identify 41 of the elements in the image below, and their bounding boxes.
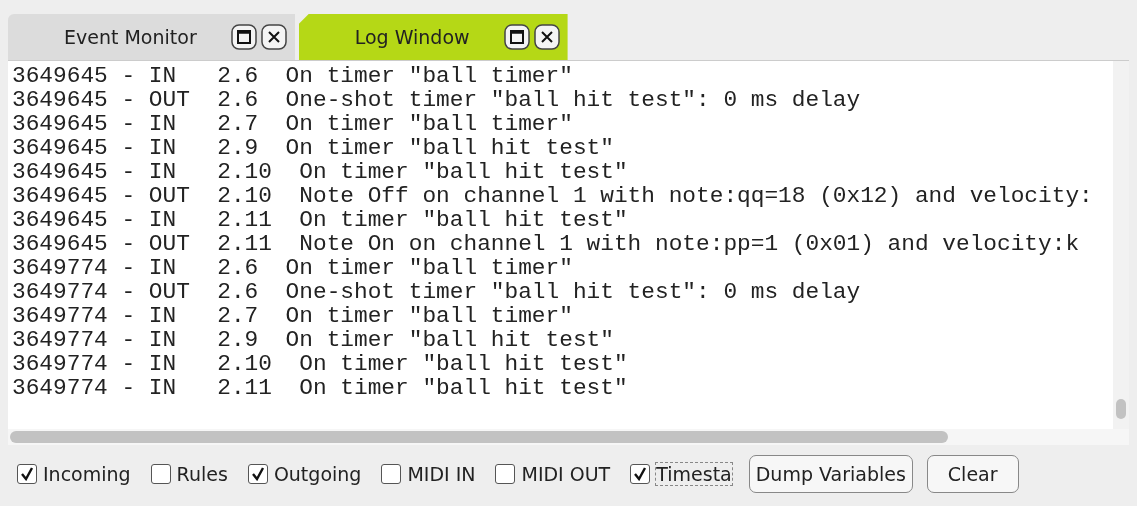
log-line: 3649645 - OUT 2.6 One-shot timer "ball hit test": 0 ms delay xyxy=(12,88,862,112)
checkbox[interactable] xyxy=(247,464,268,484)
tab[interactable]: Event Monitor xyxy=(8,14,295,60)
checkbox-label[interactable]: Incoming xyxy=(43,463,131,485)
checkbox-label[interactable]: MIDI IN xyxy=(407,463,476,485)
log-line: 3649645 - OUT 2.11 Note On on channel 1 with note:pp=1 (0x01) and velocity:k xyxy=(12,232,1081,256)
maximize-icon[interactable] xyxy=(503,24,530,50)
checkbox-label[interactable]: Outgoing xyxy=(273,463,362,485)
checkbox-label[interactable]: Timesta xyxy=(656,463,732,485)
close-icon[interactable] xyxy=(260,24,287,50)
horizontal-scrollbar[interactable] xyxy=(8,429,1129,445)
checkbox[interactable] xyxy=(495,464,516,484)
log-line: 3649774 - IN 2.9 On timer "ball hit test" xyxy=(12,328,615,352)
log-line: 3649645 - IN 2.6 On timer "ball timer" xyxy=(12,64,574,88)
dump-variables-button[interactable]: Dump Variables xyxy=(748,455,913,493)
checkbox-label[interactable]: MIDI OUT xyxy=(521,463,611,485)
log-line: 3649645 - IN 2.10 On timer "ball hit test" xyxy=(12,160,629,184)
vertical-scrollbar[interactable] xyxy=(1113,61,1129,429)
checkbox[interactable] xyxy=(630,464,651,484)
clear-button[interactable]: Clear xyxy=(926,455,1019,493)
log-line: 3649645 - IN 2.7 On timer "ball timer" xyxy=(12,112,574,136)
maximize-icon[interactable] xyxy=(230,24,257,50)
checkbox[interactable] xyxy=(17,464,37,484)
checkbox[interactable] xyxy=(150,464,171,484)
log-line: 3649645 - IN 2.11 On timer "ball hit test" xyxy=(12,208,629,232)
scroll-thumb[interactable] xyxy=(10,431,948,443)
scroll-thumb[interactable] xyxy=(1116,399,1126,419)
log-line: 3649774 - IN 2.11 On timer "ball hit test" xyxy=(12,376,629,400)
checkmark-icon xyxy=(633,467,648,481)
close-icon[interactable] xyxy=(533,24,560,50)
tab[interactable]: Log Window xyxy=(298,14,568,60)
log-line: 3649774 - OUT 2.6 One-shot timer "ball hit test": 0 ms delay xyxy=(12,280,862,304)
log-line: 3649645 - IN 2.9 On timer "ball hit test" xyxy=(12,136,615,160)
checkmark-icon xyxy=(250,467,265,481)
log-line: 3649645 - OUT 2.10 Note Off on channel 1 with note:qq=18 (0x12) and velocity: xyxy=(12,184,1094,208)
log-line: 3649774 - IN 2.7 On timer "ball timer" xyxy=(12,304,574,328)
checkmark-icon xyxy=(20,467,34,481)
checkbox[interactable] xyxy=(381,464,402,484)
checkbox-label[interactable]: Rules xyxy=(176,463,228,485)
log-line: 3649774 - IN 2.6 On timer "ball timer" xyxy=(12,256,574,280)
log-line: 3649774 - IN 2.10 On timer "ball hit test" xyxy=(12,352,629,376)
